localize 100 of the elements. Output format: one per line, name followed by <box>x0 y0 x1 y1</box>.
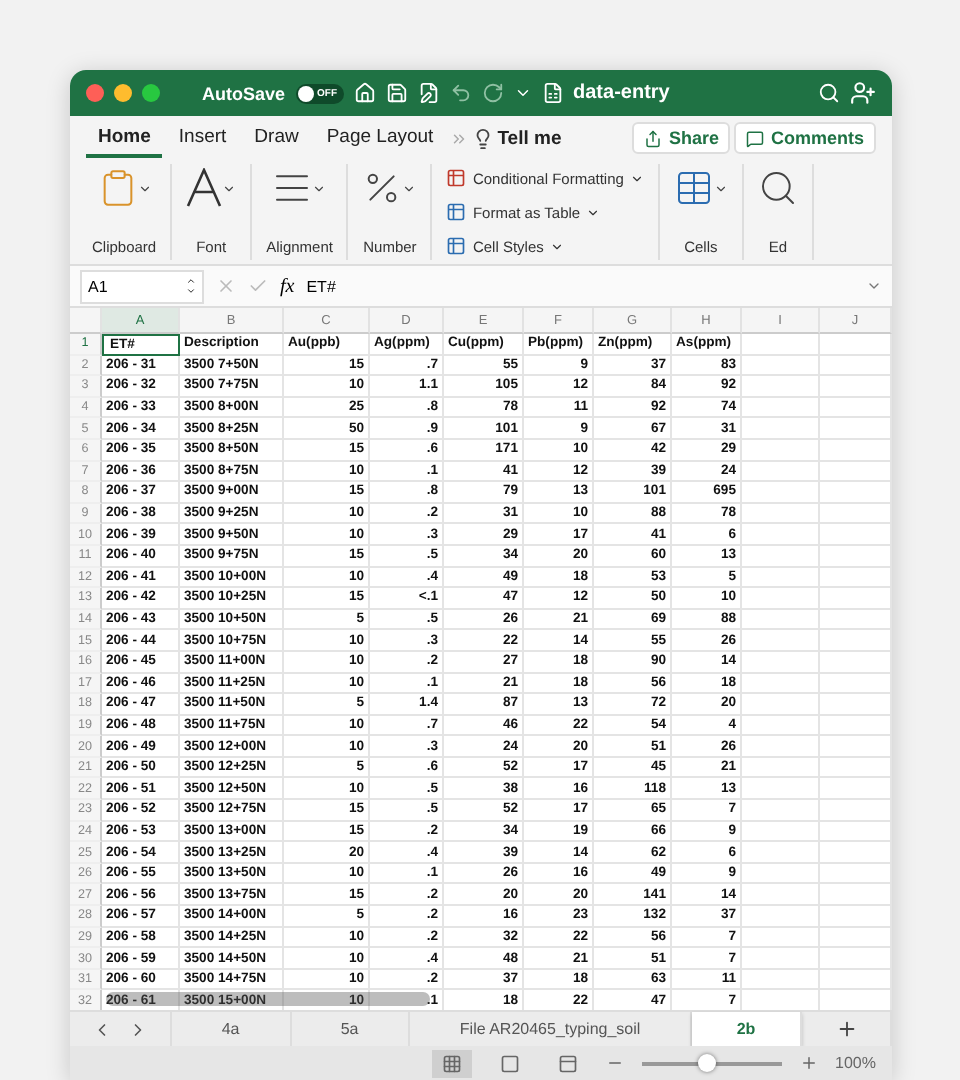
ribbon-tab[interactable]: Draw <box>242 119 311 157</box>
comment-icon <box>746 129 765 147</box>
home-icon[interactable] <box>353 82 376 104</box>
empty-cell <box>742 461 820 483</box>
grid-icon <box>441 1053 462 1073</box>
empty-cell <box>742 736 820 758</box>
empty-cell <box>820 545 892 568</box>
up-icon <box>186 276 196 286</box>
empty-cell <box>742 906 820 928</box>
horizontal-scrollbar[interactable] <box>106 992 430 1006</box>
empty-cell <box>820 715 892 737</box>
empty-cell <box>820 588 892 610</box>
page-icon <box>499 1053 520 1073</box>
formula-field[interactable]: ET# <box>306 277 854 295</box>
empty-cell <box>742 609 820 631</box>
empty-cell <box>820 884 892 907</box>
empty-cell <box>742 969 820 991</box>
document-title: data-entry <box>573 82 670 104</box>
empty-cell <box>742 482 820 504</box>
empty-cell <box>742 524 820 546</box>
comments-button[interactable]: Comments <box>734 122 876 154</box>
lightbulb-icon <box>471 127 494 149</box>
minimize-button[interactable] <box>114 84 132 102</box>
empty-cell <box>742 397 820 419</box>
empty-cell <box>820 927 892 949</box>
plus-icon <box>835 1018 858 1040</box>
empty-cell <box>742 334 820 356</box>
empty-cell <box>820 397 892 419</box>
share-button[interactable]: Share <box>632 122 731 154</box>
empty-cell <box>820 821 892 843</box>
empty-cell <box>820 969 892 991</box>
redo-icon[interactable] <box>481 82 504 104</box>
table-icon <box>446 202 467 222</box>
sheet-tab[interactable]: 2b <box>692 1012 803 1046</box>
document-icon[interactable] <box>541 82 564 104</box>
search-icon <box>757 168 798 208</box>
empty-cell <box>820 567 892 589</box>
name-box[interactable]: A1 <box>80 269 204 303</box>
empty-cell <box>742 418 820 440</box>
empty-cell <box>742 884 820 907</box>
table-icon <box>673 168 714 208</box>
empty-cell <box>820 736 892 758</box>
function-button[interactable]: fx <box>280 275 295 297</box>
caret-icon[interactable] <box>312 181 327 195</box>
empty-cell <box>742 355 820 377</box>
tell-me-label[interactable]: Tell me <box>497 127 562 149</box>
empty-cell <box>820 673 892 695</box>
save-icon[interactable] <box>385 82 408 104</box>
ribbon-tab[interactable]: Page Layout <box>314 119 446 157</box>
caret-icon <box>586 205 601 219</box>
empty-cell <box>820 376 892 398</box>
user-icon[interactable] <box>850 80 876 106</box>
empty-cell <box>820 355 892 377</box>
undo-icon[interactable] <box>449 82 472 104</box>
empty-cell <box>820 757 892 779</box>
ribbon-tab[interactable]: Insert <box>166 119 239 157</box>
empty-cell <box>742 778 820 801</box>
empty-cell <box>820 630 892 652</box>
page-break-icon <box>557 1053 578 1073</box>
edit-icon[interactable] <box>417 82 440 104</box>
empty-cell <box>820 439 892 462</box>
empty-cell <box>820 482 892 504</box>
empty-cell <box>820 842 892 864</box>
zoom-thumb[interactable] <box>698 1053 717 1071</box>
expand-icon[interactable] <box>866 278 882 294</box>
empty-cell <box>742 673 820 695</box>
caret-icon[interactable] <box>513 84 532 102</box>
empty-cell <box>820 609 892 631</box>
empty-cell <box>742 757 820 779</box>
search-icon[interactable] <box>818 82 840 104</box>
caret-icon[interactable] <box>137 181 152 195</box>
empty-cell <box>820 334 892 356</box>
empty-cell <box>820 503 892 525</box>
caret-icon[interactable] <box>713 181 728 195</box>
empty-cell <box>742 630 820 652</box>
caret-icon[interactable] <box>402 181 417 195</box>
autosave-label: AutoSave <box>202 83 286 103</box>
empty-cell <box>742 842 820 864</box>
empty-cell <box>742 927 820 949</box>
caret-icon <box>629 171 644 185</box>
empty-cell <box>742 439 820 462</box>
zoom-in-icon[interactable] <box>799 1054 818 1072</box>
empty-cell <box>820 863 892 885</box>
normal-view-button[interactable] <box>431 1049 472 1077</box>
maximize-button[interactable] <box>142 84 160 102</box>
empty-cell <box>820 800 892 822</box>
empty-cell <box>742 715 820 737</box>
empty-cell <box>742 821 820 843</box>
table-icon <box>446 236 467 256</box>
caret-icon[interactable] <box>222 181 237 195</box>
down-icon <box>186 286 196 296</box>
empty-cell <box>820 461 892 483</box>
empty-cell <box>742 376 820 398</box>
zoom-reading: 100% <box>835 1054 876 1072</box>
empty-cell <box>820 651 892 673</box>
empty-cell <box>820 524 892 546</box>
empty-cell <box>742 948 820 970</box>
empty-cell <box>742 503 820 525</box>
empty-cell <box>742 800 820 822</box>
font-icon <box>186 168 223 208</box>
